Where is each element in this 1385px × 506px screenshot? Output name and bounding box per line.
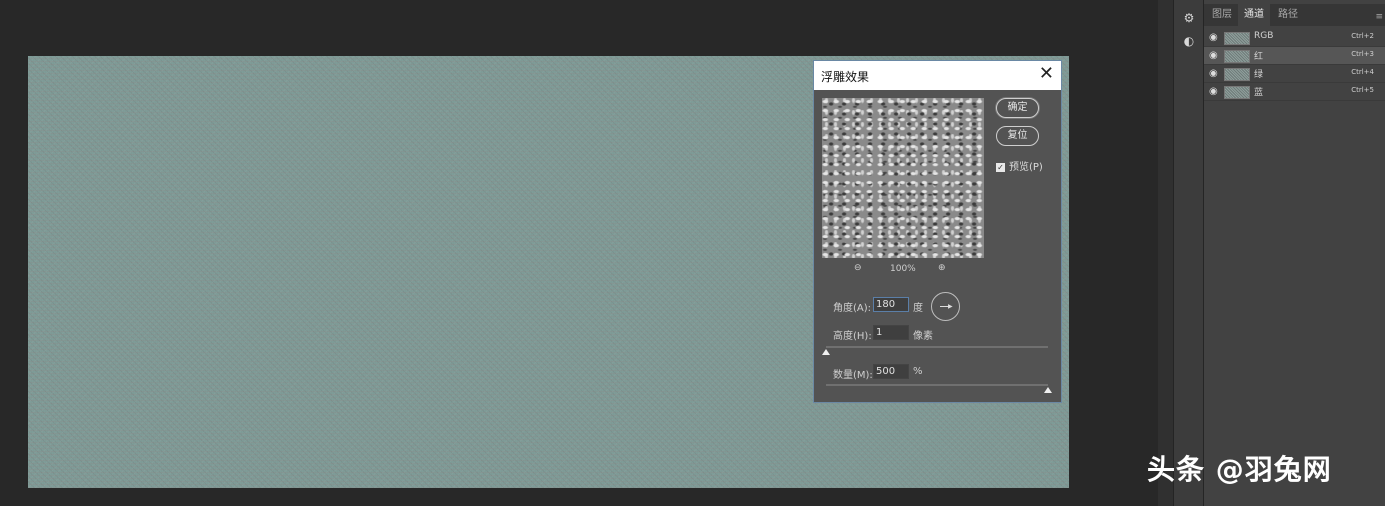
angle-unit: 度: [913, 303, 923, 314]
channel-row-green[interactable]: ◉ 绿 Ctrl+4: [1204, 65, 1385, 83]
tab-layers[interactable]: 图层: [1206, 4, 1238, 26]
panel-menu-icon[interactable]: ≡: [1375, 12, 1383, 22]
ok-button[interactable]: 确定: [996, 98, 1039, 118]
amount-input[interactable]: 500: [873, 364, 909, 379]
channel-name: 红: [1254, 52, 1264, 62]
zoom-level: 100%: [890, 264, 916, 274]
channel-row-blue[interactable]: ◉ 蓝 Ctrl+5: [1204, 83, 1385, 101]
angle-dial-arrow-icon: ▶: [948, 303, 953, 310]
watermark: 头条 @羽兔网: [1147, 453, 1332, 486]
channel-shortcut: Ctrl+3: [1351, 50, 1374, 58]
channel-row-red[interactable]: ◉ 红 Ctrl+3: [1204, 47, 1385, 65]
reset-button[interactable]: 复位: [996, 126, 1039, 146]
visibility-eye-icon[interactable]: ◉: [1209, 50, 1218, 61]
preview-label: 预览(P): [1009, 162, 1043, 173]
amount-slider-thumb[interactable]: [1044, 387, 1052, 393]
channels-panel: 图层 通道 路径 ≡ ◉ RGB Ctrl+2 ◉ 红 Ctrl+3 ◉ 绿 C…: [1203, 0, 1385, 506]
angle-label: 角度(A):: [833, 303, 872, 314]
channel-row-rgb[interactable]: ◉ RGB Ctrl+2: [1204, 29, 1385, 47]
visibility-eye-icon[interactable]: ◉: [1209, 86, 1218, 97]
channel-name: 绿: [1254, 70, 1264, 80]
height-slider-track[interactable]: [826, 346, 1048, 348]
zoom-out-icon[interactable]: ⊖: [854, 263, 862, 273]
adjustments-icon[interactable]: ◐: [1181, 33, 1197, 49]
filter-preview[interactable]: [822, 98, 984, 258]
angle-dial[interactable]: ▶: [931, 292, 960, 321]
channel-thumbnail: [1224, 32, 1250, 45]
visibility-eye-icon[interactable]: ◉: [1209, 32, 1218, 43]
panel-tabs: 图层 通道 路径 ≡: [1204, 4, 1385, 26]
preview-toggle[interactable]: ✓ 预览(P): [996, 158, 1043, 173]
tab-channels[interactable]: 通道: [1238, 4, 1270, 26]
zoom-in-icon[interactable]: ⊕: [938, 263, 946, 273]
preview-checkbox[interactable]: ✓: [996, 162, 1005, 172]
channel-thumbnail: [1224, 68, 1250, 81]
channel-shortcut: Ctrl+4: [1351, 68, 1374, 76]
height-unit: 像素: [913, 331, 933, 342]
visibility-eye-icon[interactable]: ◉: [1209, 68, 1218, 79]
dock-gutter: [1158, 0, 1173, 506]
amount-slider-track[interactable]: [826, 384, 1048, 386]
height-label: 高度(H):: [833, 331, 872, 342]
properties-icon[interactable]: ⚙: [1181, 10, 1197, 26]
amount-label: 数量(M):: [833, 370, 873, 381]
height-input[interactable]: 1: [873, 325, 909, 340]
dialog-titlebar[interactable]: 浮雕效果 ✕: [814, 61, 1061, 90]
channel-thumbnail: [1224, 86, 1250, 99]
close-icon[interactable]: ✕: [1039, 64, 1054, 84]
preview-zoom-controls: ⊖ 100% ⊕: [822, 263, 984, 277]
channel-shortcut: Ctrl+5: [1351, 86, 1374, 94]
panel-icon-strip: ⚙ ◐: [1173, 0, 1204, 506]
emboss-dialog: 浮雕效果 ✕ ⊖ 100% ⊕ 确定 复位 ✓ 预览(P) 角度(A): 180 …: [813, 60, 1062, 403]
channel-thumbnail: [1224, 50, 1250, 63]
channel-shortcut: Ctrl+2: [1351, 32, 1374, 40]
amount-unit: %: [913, 366, 923, 377]
channel-name: RGB: [1254, 31, 1274, 41]
tab-paths[interactable]: 路径: [1272, 4, 1304, 26]
height-slider-thumb[interactable]: [822, 349, 830, 355]
channel-name: 蓝: [1254, 88, 1264, 98]
angle-input[interactable]: 180: [873, 297, 909, 312]
dialog-title: 浮雕效果: [821, 70, 870, 84]
